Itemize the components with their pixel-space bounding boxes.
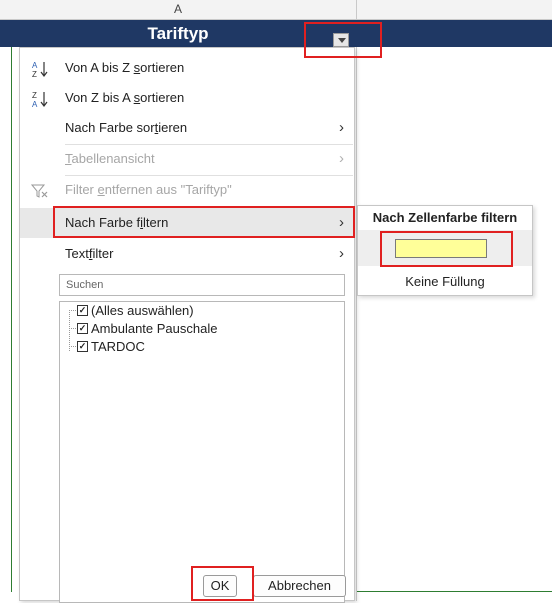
- table-header-title: Tariftyp: [147, 24, 209, 43]
- selection-border-left: [11, 47, 12, 592]
- clear-filter-item: Filter entfernen aus "Tariftyp": [20, 175, 354, 205]
- filter-by-color-item[interactable]: Nach Farbe filtern ›: [20, 208, 354, 238]
- table-view-item: Tabellenansicht ›: [20, 144, 354, 174]
- gridline: [356, 47, 357, 601]
- filter-by-color-submenu: Nach Zellenfarbe filtern Keine Füllung: [357, 205, 533, 296]
- svg-text:A: A: [32, 61, 38, 70]
- checkbox[interactable]: ✓: [77, 341, 88, 352]
- sort-ascending-icon: A Z: [30, 53, 50, 83]
- table-header-row: Tariftyp: [0, 20, 552, 47]
- clear-filter-icon: [30, 175, 50, 205]
- column-header-area: [357, 0, 552, 20]
- chevron-right-icon: ›: [339, 214, 344, 231]
- sort-descending-icon: Z A: [30, 83, 50, 113]
- sort-a-to-z-item[interactable]: A Z Von A bis Z sortieren: [20, 53, 354, 83]
- color-swatch-yellow[interactable]: [395, 239, 487, 258]
- search-input[interactable]: Suchen: [59, 274, 345, 296]
- sort-by-color-item[interactable]: Nach Farbe sortieren ›: [20, 113, 354, 143]
- tree-line: [69, 310, 70, 351]
- no-fill-option[interactable]: Keine Füllung: [358, 274, 532, 289]
- autofilter-menu: A Z Von A bis Z sortieren Z A Von Z bis …: [19, 47, 355, 603]
- svg-text:A: A: [32, 100, 38, 108]
- submenu-title: Nach Zellenfarbe filtern: [372, 210, 518, 225]
- chevron-right-icon: ›: [339, 119, 344, 136]
- chevron-right-icon: ›: [339, 245, 344, 262]
- svg-text:Z: Z: [32, 70, 37, 78]
- tree-line: [69, 346, 76, 347]
- ok-button[interactable]: OK: [203, 575, 237, 597]
- checkbox[interactable]: ✓: [77, 305, 88, 316]
- tree-line: [69, 328, 76, 329]
- column-header-a[interactable]: A: [0, 0, 357, 20]
- filter-value-list: ✓ (Alles auswählen) ✓ Ambulante Pauschal…: [59, 301, 345, 603]
- tree-line: [69, 310, 76, 311]
- svg-text:Z: Z: [32, 91, 37, 100]
- filter-dropdown-button[interactable]: [333, 33, 349, 47]
- sort-z-to-a-item[interactable]: Z A Von Z bis A sortieren: [20, 83, 354, 113]
- text-filter-item[interactable]: Textfilter ›: [20, 239, 354, 269]
- cancel-button[interactable]: Abbrechen: [253, 575, 346, 597]
- chevron-right-icon: ›: [339, 150, 344, 167]
- checkbox[interactable]: ✓: [77, 323, 88, 334]
- selection-border-bottom: [357, 591, 552, 592]
